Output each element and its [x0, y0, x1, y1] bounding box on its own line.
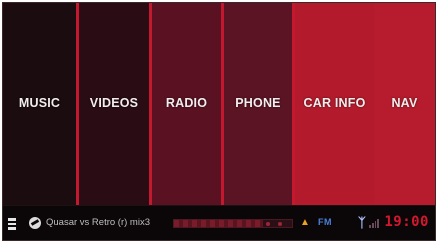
menu-tile-label: VIDEOS	[89, 96, 139, 110]
radio-band: FM	[318, 217, 332, 227]
menu-tile-label: NAV	[391, 96, 418, 110]
menu-tile-label: MUSIC	[18, 96, 61, 110]
menu-tile-videos[interactable]: VIDEOS	[79, 3, 149, 205]
signal-strength-icon	[369, 218, 379, 228]
infotainment-screen: MUSIC VIDEOS RADIO PHONE CAR INFO NAV Qu…	[2, 2, 436, 241]
status-bar: Quasar vs Retro (r) mix3 ▲ FM ᛉ 19:00	[3, 205, 435, 240]
playback-progress-bar[interactable]	[173, 219, 293, 228]
menu-tile-radio[interactable]: RADIO	[152, 3, 221, 205]
menu-tile-label: CAR INFO	[303, 96, 366, 110]
menu-tile-label: RADIO	[165, 96, 208, 110]
disc-icon	[29, 217, 41, 229]
progress-marker	[278, 222, 282, 226]
traffic-icon: ▲	[300, 217, 310, 228]
main-menu: MUSIC VIDEOS RADIO PHONE CAR INFO NAV	[3, 3, 435, 205]
progress-marker	[266, 222, 270, 226]
source-list-icon[interactable]	[8, 218, 18, 231]
now-playing-track[interactable]: Quasar vs Retro (r) mix3	[46, 217, 150, 228]
clock: 19:00	[384, 214, 429, 230]
menu-tile-nav[interactable]: NAV	[374, 3, 435, 205]
playback-progress-fill	[174, 220, 263, 227]
bluetooth-icon: ᛉ	[358, 215, 366, 230]
menu-tile-music[interactable]: MUSIC	[3, 3, 76, 205]
menu-tile-label: PHONE	[235, 96, 281, 110]
menu-tile-car-info[interactable]: CAR INFO	[295, 3, 374, 205]
menu-tile-phone[interactable]: PHONE	[224, 3, 292, 205]
